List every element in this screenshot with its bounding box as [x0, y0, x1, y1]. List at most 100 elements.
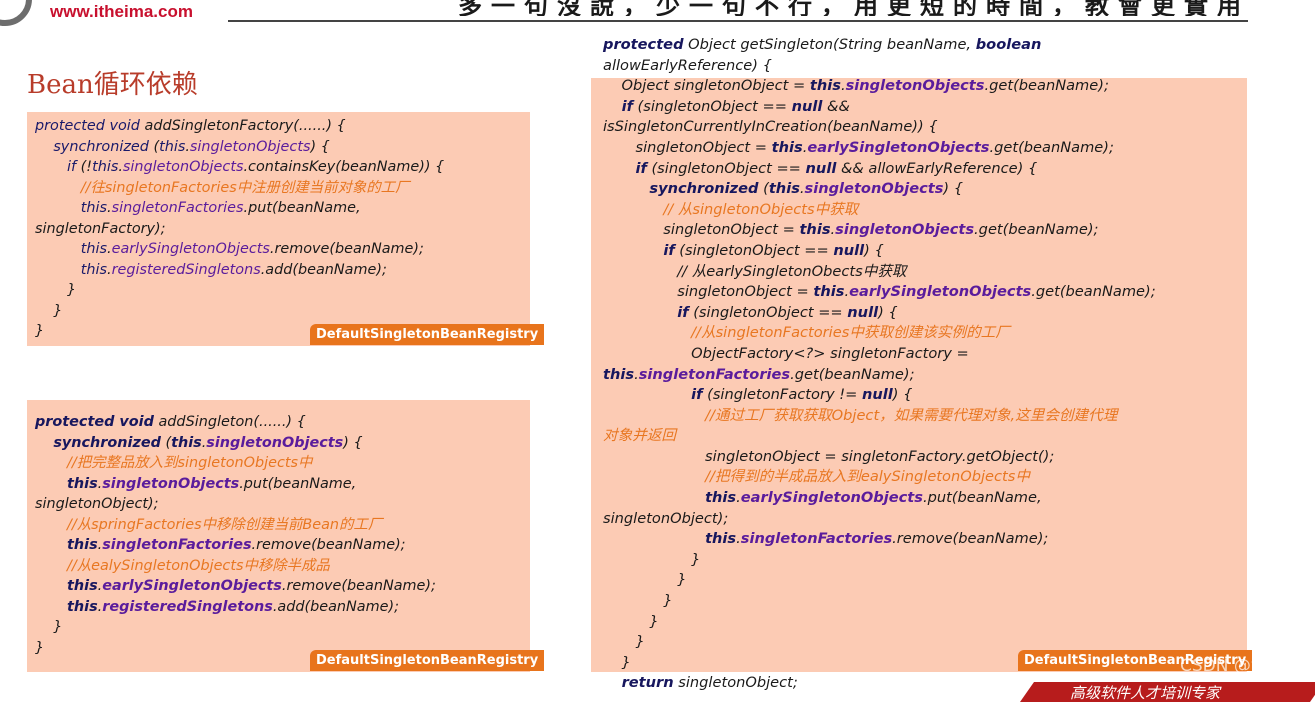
code-line: this.registeredSingletons.add(beanName); — [35, 597, 436, 618]
keyword: return — [621, 674, 674, 692]
code-text: } — [35, 323, 45, 339]
code-text: .remove(beanName); — [281, 578, 436, 594]
code-text: } — [35, 639, 45, 656]
code-text: // 从earlySingletonObects中获取 — [603, 262, 907, 280]
code-text: } — [603, 550, 701, 568]
field: registeredSingletons — [102, 598, 273, 615]
code-line: this.singletonFactories.remove(beanName)… — [603, 529, 1156, 550]
keyword: this — [80, 200, 108, 216]
code-line: } — [603, 550, 1156, 571]
code-line: singletonObject = this.singletonObjects.… — [603, 220, 1156, 241]
keyword: synchronized — [53, 434, 161, 451]
field: earlySingletonObjects — [740, 489, 923, 507]
code-text: .put(beanName, — [239, 475, 357, 492]
comment: //从springFactories中移除创建当前Bean的工厂 — [67, 516, 383, 533]
code-text: && allowEarlyReference) { — [836, 159, 1038, 177]
keyword: this — [67, 475, 98, 492]
keyword: this — [171, 434, 202, 451]
code-line: this.registeredSingletons.add(beanName); — [35, 260, 444, 281]
code-text: } — [35, 619, 63, 635]
keyword: null — [833, 241, 865, 259]
code-text: .add(beanName); — [272, 598, 399, 615]
code-line: singletonObject = this.earlySingletonObj… — [603, 282, 1155, 303]
comment: //往singletonFactories中注册创建当前对象的工厂 — [80, 179, 410, 196]
code-text: ) { — [343, 434, 363, 451]
code-text: .get(beanName); — [790, 365, 915, 383]
code-text: .add(beanName); — [260, 261, 387, 278]
keyword: this — [80, 241, 108, 257]
code-text: singletonObject); — [35, 496, 159, 512]
code-text: Object singletonObject = — [603, 77, 810, 95]
keyword: protected void — [35, 414, 154, 430]
code-line: this.earlySingletonObjects.put(beanName, — [603, 488, 1156, 509]
code-text: .get(beanName); — [984, 77, 1109, 95]
code-line: //把完整品放入到singletonObjects中 — [35, 453, 436, 474]
code-text: (! — [76, 159, 93, 175]
code-get-singleton: protected Object getSingleton(String bea… — [603, 35, 1156, 694]
field: singletonObjects — [835, 221, 975, 239]
code-text: && — [822, 97, 850, 115]
code-line: synchronized (this.singletonObjects) { — [35, 433, 436, 454]
code-line: if (singletonObject == null) { — [603, 303, 1156, 324]
field: singletonFactories — [740, 530, 893, 548]
field: singletonFactories — [638, 365, 791, 383]
keyword: this — [813, 283, 845, 301]
code-line: this.earlySingletonObjects.remove(beanNa… — [35, 239, 444, 260]
code-line: } — [35, 301, 444, 322]
code-line: if (!this.singletonObjects.containsKey(b… — [35, 157, 444, 178]
code-text: .get(beanName); — [974, 221, 1099, 239]
code-text: .put(beanName, — [243, 200, 361, 216]
keyword: if — [67, 159, 77, 175]
code-text: ) { — [892, 386, 913, 404]
comment: //通过工厂获取获取Object，如果需要代理对象,这里会创建代理 — [705, 406, 1118, 424]
keyword: if — [621, 97, 633, 115]
code-text: .put(beanName, — [922, 489, 1042, 507]
code-line: // 从earlySingletonObects中获取 — [603, 262, 1156, 283]
code-text: singletonObject = — [603, 221, 800, 239]
code-line: this.earlySingletonObjects.remove(beanNa… — [35, 576, 436, 597]
keyword: protected — [603, 36, 684, 53]
keyword: this — [67, 578, 98, 594]
code-line: this.singletonObjects.put(beanName, — [35, 474, 436, 495]
code-text: } — [603, 653, 631, 671]
keyword: if — [635, 159, 647, 177]
code-text: Object getSingleton(String beanName, — [683, 36, 976, 53]
code-line: if (singletonObject == null && allowEarl… — [603, 159, 1156, 180]
code-line: synchronized (this.singletonObjects) { — [35, 137, 444, 158]
code-line: } — [603, 591, 1156, 612]
code-line: if (singletonObject == null && — [603, 97, 1156, 118]
code-line: allowEarlyReference) { — [603, 56, 1156, 77]
field: singletonObjects — [804, 180, 944, 198]
code-line: protected Object getSingleton(String bea… — [603, 35, 1156, 56]
code-line: protected void addSingletonFactory(.....… — [35, 116, 444, 137]
code-line: } — [603, 612, 1156, 633]
code-line: if (singletonFactory != null) { — [603, 385, 1156, 406]
code-text: allowEarlyReference) { — [603, 56, 772, 74]
field: earlySingletonObjects — [807, 138, 990, 156]
header-banner: 多一句沒說，少一句不行，用更短的時間，教會更實用的技術！ — [458, 0, 1248, 16]
keyword: this — [80, 261, 108, 278]
keyword: null — [805, 159, 837, 177]
code-text: (singletonObject == — [674, 241, 834, 259]
code-line: //从springFactories中移除创建当前Bean的工厂 — [35, 515, 436, 536]
code-text: } — [603, 571, 687, 589]
code-add-singleton: protected void addSingleton(......) { sy… — [35, 412, 436, 658]
code-line: singletonObject = singletonFactory.getOb… — [603, 447, 1156, 468]
comment: //把得到的半成品放入到ealySingletonObjects中 — [705, 468, 1030, 486]
keyword: null — [861, 386, 893, 404]
keyword: if — [691, 386, 703, 404]
code-line: singletonObject); — [35, 494, 436, 515]
code-text: } — [603, 633, 645, 651]
field: singletonObjects — [122, 159, 244, 175]
code-line: // 从singletonObjects中获取 — [603, 200, 1156, 221]
